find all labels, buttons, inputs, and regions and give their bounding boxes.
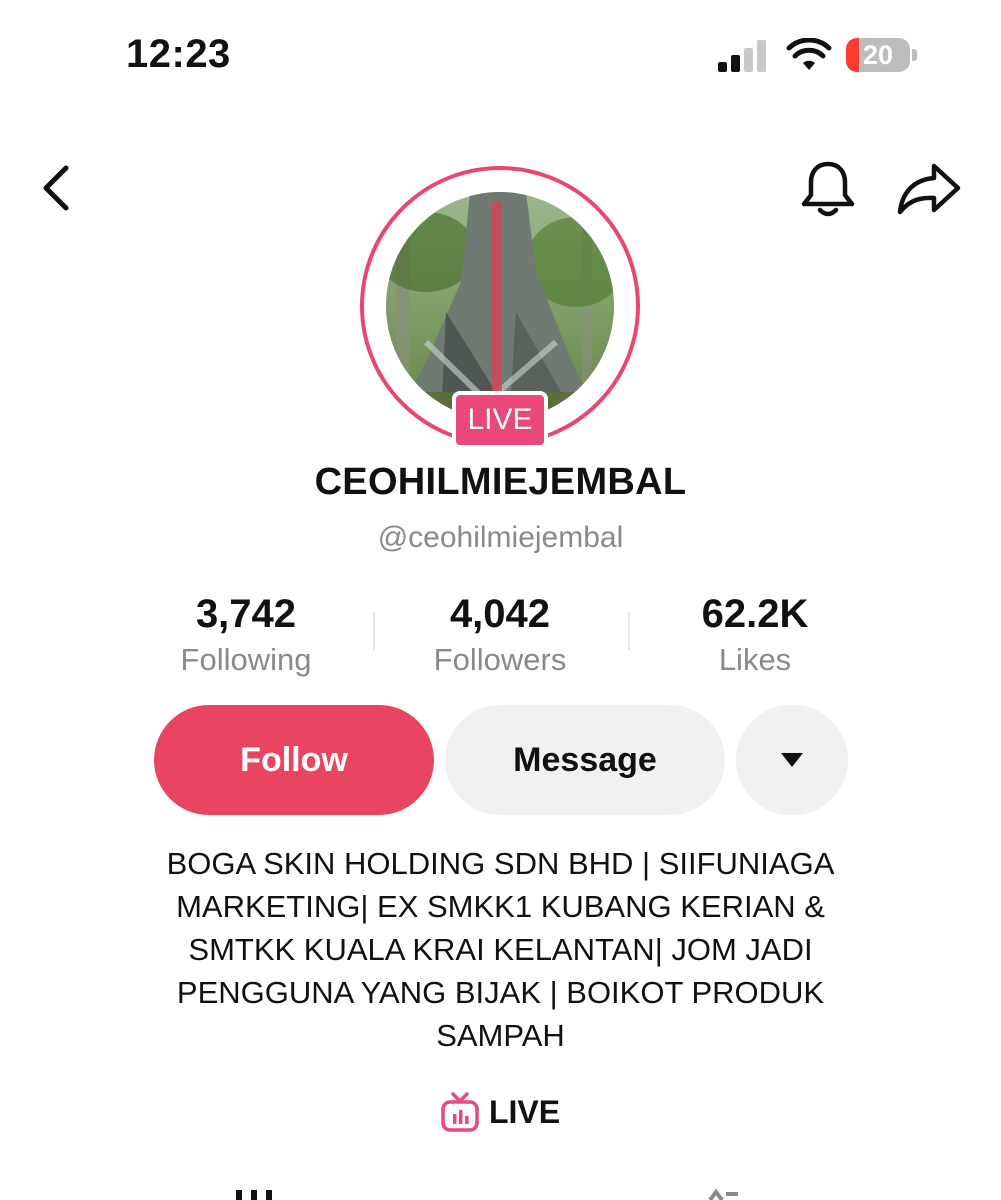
caret-down-icon [781,753,803,767]
wifi-icon [786,38,832,70]
battery-level-text: 20 [862,40,894,70]
stat-followers[interactable]: 4,042 Followers [375,590,625,682]
share-button[interactable] [896,160,962,216]
back-arrow-icon [43,165,69,211]
avatar-photo [386,192,614,420]
stat-label: Likes [718,642,792,677]
stat-label: Followers [433,642,567,677]
stat-value: 4,042 [449,592,551,636]
share-arrow-icon [897,163,961,215]
notification-bell-button[interactable] [798,158,858,220]
live-link-label: LIVE [488,1093,561,1130]
avatar[interactable] [386,192,614,420]
bio-line: SMTKK KUALA KRAI KELANTAN| JOM JADI [188,932,813,967]
signal-icon [718,40,766,72]
stat-label: Following [180,642,312,677]
username: @ceohilmiejembal [377,521,624,554]
follow-button[interactable]: Follow [154,705,434,815]
bio: BOGA SKIN HOLDING SDN BHD | SIIFUNIAGA M… [115,842,886,1057]
battery-cap [912,49,917,61]
bio-line: BOGA SKIN HOLDING SDN BHD | SIIFUNIAGA [166,846,835,881]
bio-line: SAMPAH [436,1018,565,1053]
bell-icon [801,161,855,217]
stat-likes[interactable]: 62.2K Likes [630,590,880,682]
message-button[interactable]: Message [445,705,725,815]
live-link[interactable]: LIVE [0,1092,1001,1132]
stat-following[interactable]: 3,742 Following [121,590,371,682]
videos-tab-icon[interactable] [232,1186,276,1200]
reposts-tab-icon[interactable] [700,1186,744,1200]
live-tv-icon [441,1092,479,1132]
stat-value: 62.2K [701,592,809,636]
bio-line: MARKETING| EX SMKK1 KUBANG KERIAN & [176,889,825,924]
status-time: 12:23 [126,32,231,76]
bio-line: PENGGUNA YANG BIJAK | BOIKOT PRODUK [176,975,825,1010]
stat-value: 3,742 [195,592,297,636]
display-name: CEOHILMIEJEMBAL [314,461,687,503]
more-options-button[interactable] [736,705,848,815]
back-button[interactable] [30,160,86,216]
profile-screen: 12:23 20 LIVE CEOHILMIEJEMBAL @ceohilmie… [0,0,1001,1200]
battery-icon: 20 [846,38,910,72]
live-badge[interactable]: LIVE [452,391,548,449]
